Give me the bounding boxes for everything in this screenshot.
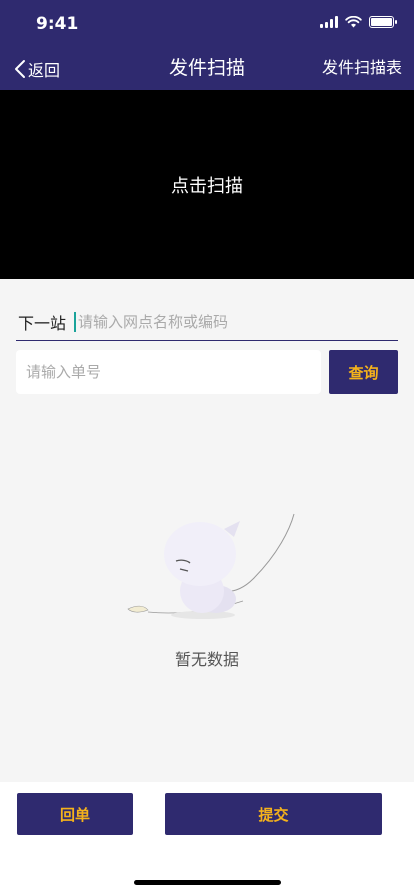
chevron-left-icon — [15, 60, 25, 78]
next-station-label: 下一站 — [18, 313, 67, 333]
main-content: 下一站 查询 暂无数据 — [0, 279, 414, 782]
return-receipt-button[interactable]: 回单 — [17, 793, 133, 835]
status-icons — [320, 16, 397, 28]
battery-icon — [369, 16, 397, 28]
back-label: 返回 — [28, 61, 61, 80]
wifi-icon — [345, 16, 362, 28]
scan-label: 点击扫描 — [171, 175, 243, 197]
text-cursor — [74, 311, 76, 332]
query-button[interactable]: 查询 — [329, 350, 398, 394]
submit-button[interactable]: 提交 — [165, 793, 382, 835]
status-bar: 9:41 — [0, 0, 414, 48]
empty-state-illustration-icon — [127, 513, 295, 619]
home-indicator — [134, 880, 281, 885]
cellular-signal-icon — [320, 16, 338, 28]
empty-state-text: 暂无数据 — [174, 650, 239, 669]
next-station-input[interactable] — [78, 312, 398, 331]
bottom-action-bar: 回单 提交 — [0, 782, 414, 896]
nav-bar: 返回 发件扫描 发件扫描表 — [0, 48, 414, 90]
next-station-row: 下一站 — [16, 303, 398, 341]
scan-sheet-link[interactable]: 发件扫描表 — [322, 52, 402, 84]
status-time: 9:41 — [36, 14, 79, 34]
order-number-input[interactable] — [16, 350, 321, 394]
scan-area[interactable]: 点击扫描 — [0, 90, 414, 279]
back-button[interactable]: 返回 — [14, 54, 60, 84]
